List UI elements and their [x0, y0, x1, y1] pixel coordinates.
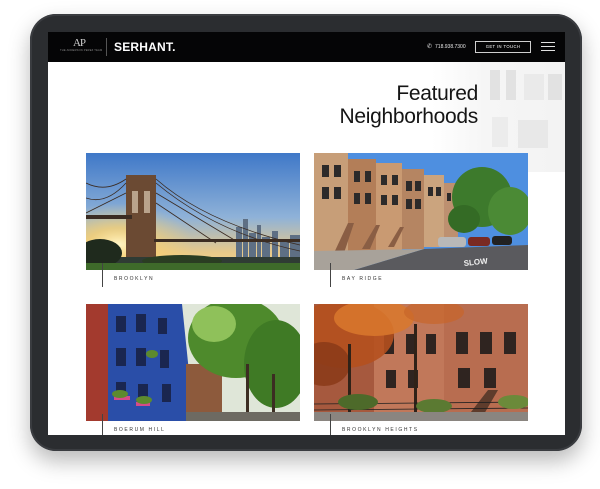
boerum-hill-image	[86, 304, 300, 421]
website-screen: AP THE ANDERSON PEREZ TEAM SERHANT. ✆ 71…	[48, 32, 565, 435]
neighborhood-label[interactable]: BOERUM HILL	[114, 426, 166, 434]
logo-tagline: THE ANDERSON PEREZ TEAM	[60, 49, 103, 52]
bay-ridge-image: SLOW	[314, 153, 528, 270]
logo-monogram: AP	[72, 37, 86, 49]
brooklyn-heights-photo[interactable]	[314, 304, 528, 421]
page-title: Featured Neighborhoods	[308, 82, 478, 128]
hamburger-menu-icon[interactable]	[541, 42, 555, 52]
page-title-line-1: Featured	[396, 82, 478, 105]
brooklyn-heights-image	[314, 304, 528, 421]
brand-logo[interactable]: SERHANT.	[114, 40, 176, 54]
neighborhood-card-bay-ridge[interactable]: SLOW BAY RIDGE	[314, 153, 528, 287]
caption-divider	[102, 414, 103, 435]
bay-ridge-photo[interactable]: SLOW	[314, 153, 528, 270]
page-title-line-2: Neighborhoods	[339, 105, 478, 128]
team-logo[interactable]: AP THE ANDERSON PEREZ TEAM	[60, 37, 103, 56]
neighborhood-label[interactable]: BROOKLYN HEIGHTS	[342, 426, 419, 434]
boerum-hill-photo[interactable]	[86, 304, 300, 421]
neighborhood-label[interactable]: BAY RIDGE	[342, 275, 383, 283]
caption-divider	[102, 263, 103, 287]
logo-divider	[106, 38, 107, 56]
neighborhood-label[interactable]: BROOKLYN	[114, 275, 154, 283]
neighborhood-card-brooklyn[interactable]: BROOKLYN	[86, 153, 300, 287]
neighborhood-card-brooklyn-heights[interactable]: BROOKLYN HEIGHTS	[314, 304, 528, 435]
caption-divider	[330, 263, 331, 287]
brooklyn-bridge-image	[86, 153, 300, 270]
neighborhood-card-boerum-hill[interactable]: BOERUM HILL	[86, 304, 300, 435]
get-in-touch-button[interactable]: GET IN TOUCH	[475, 41, 531, 53]
caption-divider	[330, 414, 331, 435]
top-navigation-bar: AP THE ANDERSON PEREZ TEAM SERHANT. ✆ 71…	[48, 32, 565, 62]
phone-link[interactable]: ✆ 718.938.7300	[427, 43, 466, 51]
phone-icon: ✆	[427, 44, 433, 50]
brooklyn-photo[interactable]	[86, 153, 300, 270]
phone-number: 718.938.7300	[435, 44, 466, 50]
